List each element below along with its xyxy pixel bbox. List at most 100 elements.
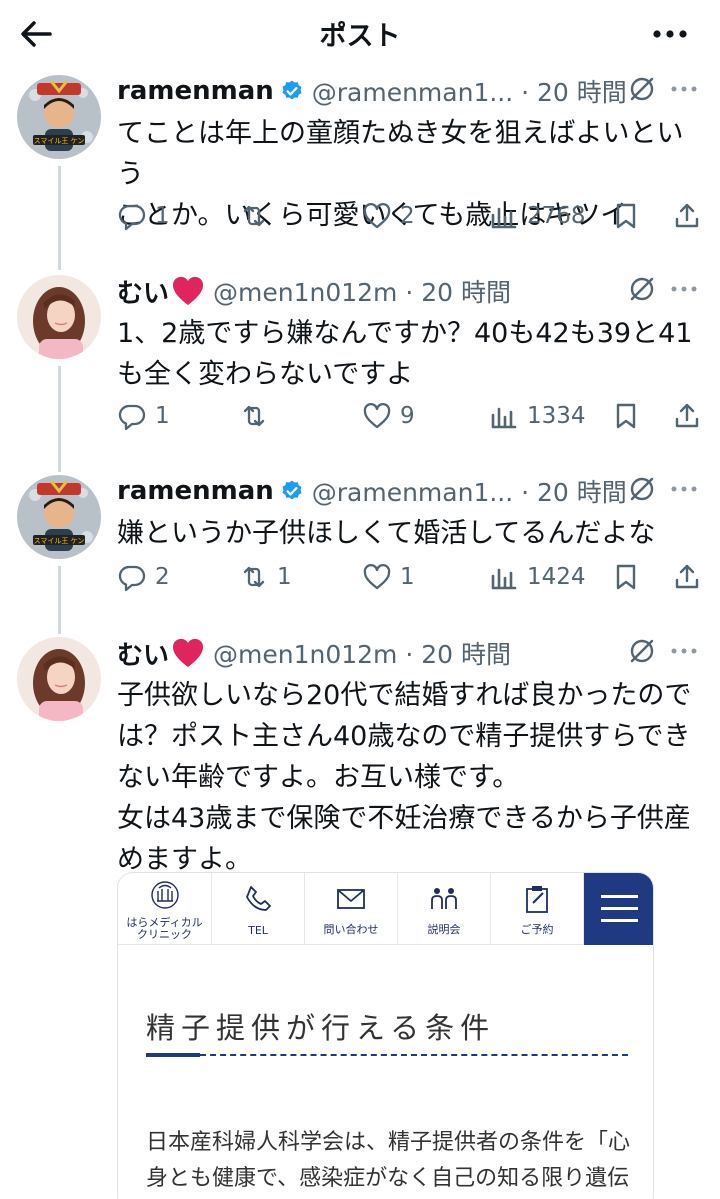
display-name[interactable]: ramenman: [117, 476, 274, 506]
bookmark-button[interactable]: [611, 557, 641, 597]
action-bar: 1 2 2768: [117, 196, 707, 236]
post-text: 1、2歳ですら嫌なんですか？40も42も39と41 も全く変わらないですよ: [117, 318, 693, 390]
clinic-nav-bar: はらメディカル クリニック TEL 問い合わせ 説明会 ご予約: [118, 873, 653, 945]
more-icon[interactable]: [668, 635, 700, 667]
verified-badge-icon: [282, 80, 302, 100]
reply-button[interactable]: 2: [117, 557, 170, 597]
bookmark-icon: [616, 564, 636, 590]
more-icon[interactable]: [668, 473, 700, 505]
tweet[interactable]: スマイル王 ケン ramenman @ramenman1... · 20 時間 …: [0, 473, 720, 623]
like-button[interactable]: 9: [362, 396, 415, 436]
like-button[interactable]: 1: [362, 557, 415, 597]
action-bar: 1 9 1334: [117, 396, 707, 436]
views-button[interactable]: 2768: [489, 196, 586, 236]
clinic-name: はらメディカル クリニック: [126, 916, 203, 941]
tweet[interactable]: むい @men1n012m · 20 時間 1、2歳ですら嫌なんですか？40も4…: [0, 273, 720, 463]
handle-and-time[interactable]: @men1n012m · 20 時間: [213, 635, 511, 671]
grok-icon[interactable]: [626, 635, 658, 667]
clinic-nav-tel: TEL: [212, 873, 305, 945]
post-text: 嫌というか子供ほしくて婚活してるんだよな: [117, 518, 656, 549]
page-title: ポスト: [319, 21, 401, 52]
heart-icon: [363, 403, 391, 429]
share-icon: [675, 203, 699, 228]
reply-count: 1: [155, 403, 170, 429]
view-count: 1334: [527, 403, 586, 429]
display-name[interactable]: むい: [117, 635, 169, 672]
reply-count: 1: [155, 203, 170, 229]
clinic-nav-reserve: ご予約: [491, 873, 584, 945]
bookmark-button[interactable]: [611, 396, 641, 436]
grok-icon[interactable]: [626, 73, 658, 105]
action-bar: 2 1 1 1424: [117, 557, 707, 597]
more-options-icon[interactable]: [650, 14, 690, 54]
reply-count: 2: [155, 564, 170, 590]
views-button[interactable]: 1334: [489, 396, 586, 436]
share-button[interactable]: [672, 396, 702, 436]
avatar[interactable]: スマイル王 ケン: [17, 75, 101, 159]
grok-icon[interactable]: [626, 473, 658, 505]
repost-button[interactable]: [239, 396, 277, 436]
mail-icon: [337, 889, 365, 909]
share-button[interactable]: [672, 557, 702, 597]
clipboard-icon: [526, 886, 548, 913]
view-count: 1424: [527, 564, 586, 590]
heart-icon: [363, 564, 391, 590]
handle-and-time[interactable]: @ramenman1... · 20 時間: [312, 73, 627, 109]
view-count: 2768: [527, 203, 586, 229]
display-name[interactable]: むい: [117, 273, 169, 310]
verified-badge-icon: [282, 480, 302, 500]
repost-icon: [243, 205, 265, 227]
post-text: 子供欲しいなら20代で結婚すれば良かったので は？ポスト主さん40歳なので精子提…: [117, 680, 692, 875]
bookmark-button[interactable]: [611, 196, 641, 236]
reply-icon: [118, 565, 146, 592]
views-icon: [491, 568, 517, 590]
nav-label: 問い合わせ: [323, 923, 379, 936]
reply-button[interactable]: 1: [117, 196, 170, 236]
display-name[interactable]: ramenman: [117, 76, 274, 106]
share-button[interactable]: [672, 196, 702, 236]
grok-icon[interactable]: [626, 273, 658, 305]
heart-icon: [363, 203, 391, 229]
views-icon: [491, 407, 517, 429]
nav-label: TEL: [248, 924, 268, 937]
views-button[interactable]: 1424: [489, 557, 586, 597]
embed-heading: 精子提供が行える条件: [146, 1011, 496, 1045]
top-bar: ポスト: [0, 0, 720, 66]
avatar[interactable]: スマイル王 ケン: [17, 475, 101, 559]
clinic-logo: はらメディカル クリニック: [118, 873, 212, 945]
views-icon: [491, 207, 517, 229]
attached-image[interactable]: はらメディカル クリニック TEL 問い合わせ 説明会 ご予約 精子提供が行える…: [117, 872, 654, 1199]
bookmark-icon: [616, 203, 636, 229]
clinic-logo-icon: [150, 881, 179, 909]
clinic-nav-contact: 問い合わせ: [305, 873, 398, 945]
seminar-people-icon: [431, 888, 457, 909]
tweet[interactable]: スマイル王 ケン ramenman @ramenman1... · 20 時間 …: [0, 73, 720, 263]
svg-text:スマイル王 ケン: スマイル王 ケン: [34, 137, 85, 145]
avatar[interactable]: [17, 637, 101, 721]
post-header: ramenman @ramenman1... · 20 時間: [117, 73, 627, 109]
more-icon[interactable]: [668, 73, 700, 105]
reply-icon: [118, 404, 146, 431]
nav-label: 説明会: [427, 923, 461, 936]
repost-icon: [243, 405, 265, 427]
reply-button[interactable]: 1: [117, 396, 170, 436]
repost-button[interactable]: 1: [239, 557, 292, 597]
repost-button[interactable]: [239, 196, 277, 236]
embed-body-text: 日本産科婦人科学会は、精子提供者の条件を「心 身とも健康で、感染症がなく自己の知…: [146, 1130, 631, 1191]
repost-count: 1: [277, 564, 292, 590]
share-icon: [675, 403, 699, 428]
avatar[interactable]: [17, 275, 101, 359]
share-icon: [675, 564, 699, 589]
post-header: むい @men1n012m · 20 時間: [117, 273, 511, 309]
like-count: 1: [400, 564, 415, 590]
repost-icon: [243, 566, 265, 588]
reply-icon: [118, 204, 146, 231]
post-header: むい @men1n012m · 20 時間: [117, 635, 511, 671]
handle-and-time[interactable]: @men1n012m · 20 時間: [213, 273, 511, 309]
svg-text:スマイル王 ケン: スマイル王 ケン: [34, 537, 85, 545]
like-count: 2: [400, 203, 415, 229]
like-button[interactable]: 2: [362, 196, 415, 236]
handle-and-time[interactable]: @ramenman1... · 20 時間: [312, 473, 627, 509]
more-icon[interactable]: [668, 273, 700, 305]
post-header: ramenman @ramenman1... · 20 時間: [117, 473, 627, 509]
